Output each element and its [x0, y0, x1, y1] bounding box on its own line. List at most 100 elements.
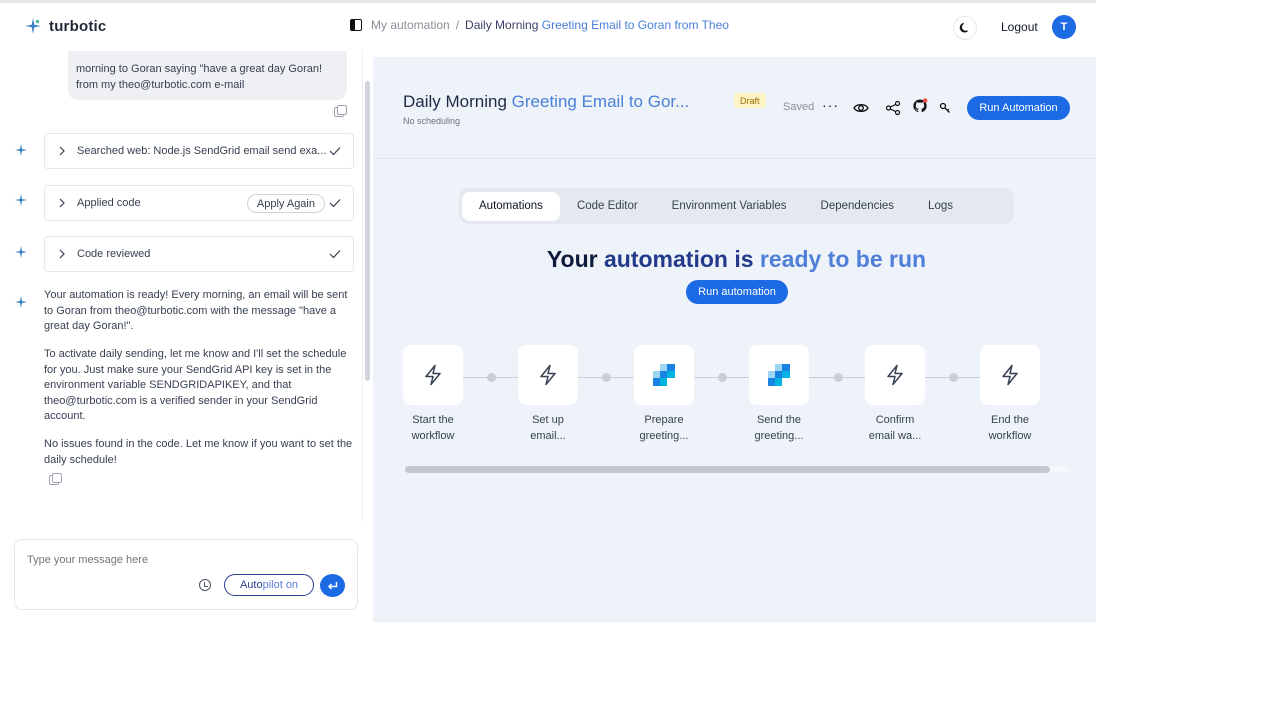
message-composer: Autopilot on	[14, 539, 358, 610]
automation-title-part2: Greeting Email to Gor...	[511, 92, 690, 111]
check-icon	[329, 147, 341, 156]
autopilot-label-b: pilot on	[262, 579, 299, 591]
apply-again-button[interactable]: Apply Again	[246, 194, 325, 213]
flow-node-box[interactable]	[518, 345, 578, 405]
top-header: turbotic My automation / Daily Morning G…	[0, 3, 1096, 51]
flow-node-label: Prepare greeting...	[634, 412, 694, 444]
sparkle-icon	[15, 144, 27, 156]
scrollbar-thumb[interactable]	[405, 466, 1050, 473]
brand-name: turbotic	[49, 17, 107, 35]
github-icon[interactable]	[912, 98, 928, 114]
flow-node-label-line: End the	[991, 414, 1029, 426]
step-card-code-reviewed[interactable]: Code reviewed	[44, 236, 354, 272]
flow-node[interactable]: Set up email...	[518, 345, 578, 444]
automation-panel: Daily Morning Greeting Email to Gor... N…	[373, 57, 1096, 622]
share-icon[interactable]	[885, 100, 901, 116]
workflow-diagram: Start the workflow Set up email... Prepa…	[403, 345, 1073, 445]
flow-node-label-line: workflow	[411, 430, 455, 442]
breadcrumb-root[interactable]: My automation	[371, 18, 450, 32]
ai-message-paragraph: To activate daily sending, let me know a…	[44, 348, 347, 422]
user-message: morning to Goran saying "have a great da…	[68, 51, 347, 100]
logout-link[interactable]: Logout	[1001, 20, 1038, 34]
step-card-search[interactable]: Searched web: Node.js SendGrid email sen…	[44, 133, 354, 169]
flow-node-label-line: greeting...	[754, 430, 804, 442]
step-card-applied-code[interactable]: Applied code Apply Again	[44, 185, 354, 221]
flow-node[interactable]: Start the workflow	[403, 345, 463, 444]
tab-dependencies[interactable]: Dependencies	[804, 192, 912, 221]
flow-connector-dot	[718, 373, 727, 382]
theme-toggle-button[interactable]	[953, 16, 977, 40]
flow-node-label-line: greeting...	[639, 430, 689, 442]
sparkle-icon	[15, 194, 27, 206]
save-status: Saved	[783, 101, 815, 113]
automation-tabs: Automations Code Editor Environment Vari…	[459, 188, 1014, 224]
copy-icon[interactable]	[334, 105, 347, 117]
automation-title[interactable]: Daily Morning Greeting Email to Gor...	[403, 92, 689, 112]
ready-heading-part4: ready to be run	[759, 246, 927, 272]
sendgrid-icon	[653, 364, 675, 386]
flow-node-label-line: Set up	[532, 414, 564, 426]
step-label: Searched web: Node.js SendGrid email sen…	[77, 145, 327, 157]
sidebar-toggle-icon[interactable]	[350, 19, 362, 31]
flow-node-label: Send the greeting...	[749, 412, 809, 444]
breadcrumb-current-part1: Daily Morning	[465, 18, 542, 32]
flow-node-label: Start the workflow	[403, 412, 463, 444]
breadcrumb-current-part2: Greeting Email to Goran from Theo	[541, 18, 729, 32]
flow-node-label: Confirm email wa...	[865, 412, 925, 444]
flow-node-label-line: Start the	[412, 414, 454, 426]
lightning-icon	[887, 364, 903, 386]
schedule-status: No scheduling	[403, 116, 461, 126]
user-avatar[interactable]: T	[1052, 15, 1076, 39]
check-icon	[329, 199, 341, 208]
send-button[interactable]	[320, 574, 345, 597]
flow-connector-dot	[487, 373, 496, 382]
flow-node-box[interactable]	[980, 345, 1040, 405]
tab-environment-variables[interactable]: Environment Variables	[655, 192, 804, 221]
sparkle-icon	[15, 296, 27, 308]
message-input[interactable]	[27, 554, 327, 566]
chat-panel: morning to Goran saying "have a great da…	[0, 51, 372, 622]
flow-node-label-line: email wa...	[868, 430, 922, 442]
flow-node-label-line: Send the	[756, 414, 802, 426]
history-icon[interactable]	[199, 579, 211, 591]
flow-node-box[interactable]	[403, 345, 463, 405]
run-automation-button[interactable]: Run Automation	[967, 96, 1070, 120]
user-message-line1: morning to Goran saying "have a great da…	[76, 63, 323, 75]
flow-node-box[interactable]	[865, 345, 925, 405]
flow-node-label-line: workflow	[988, 430, 1032, 442]
more-options-button[interactable]: ···	[822, 97, 839, 113]
flow-node-box[interactable]	[634, 345, 694, 405]
key-icon[interactable]	[939, 102, 951, 114]
lightning-icon	[540, 364, 556, 386]
flow-node[interactable]: End the workflow	[980, 345, 1040, 444]
moon-icon	[959, 22, 968, 33]
tab-automations[interactable]: Automations	[462, 191, 560, 221]
app-window: turbotic My automation / Daily Morning G…	[0, 0, 1096, 622]
flow-connector-dot	[834, 373, 843, 382]
flow-node[interactable]: Send the greeting...	[749, 345, 809, 444]
sparkle-icon	[15, 246, 27, 258]
flow-node[interactable]: Prepare greeting...	[634, 345, 694, 444]
flow-node-box[interactable]	[749, 345, 809, 405]
eye-icon[interactable]	[853, 100, 869, 116]
sendgrid-icon	[768, 364, 790, 386]
ready-heading-part1: Your	[546, 246, 604, 272]
chat-scrollbar[interactable]	[365, 81, 370, 381]
run-automation-cta[interactable]: Run automation	[686, 280, 788, 304]
flow-node-label: End the workflow	[980, 412, 1040, 444]
chevron-right-icon	[59, 198, 65, 208]
flow-connector-dot	[602, 373, 611, 382]
workflow-horizontal-scrollbar[interactable]	[405, 466, 1070, 473]
step-label: Applied code	[77, 197, 141, 209]
autopilot-toggle[interactable]: Auto pilot on	[224, 574, 314, 596]
tab-code-editor[interactable]: Code Editor	[560, 192, 655, 221]
flow-node-label-line: Confirm	[875, 414, 915, 426]
ready-heading-part3: is	[727, 246, 760, 272]
copy-icon[interactable]	[49, 473, 62, 485]
status-badge: Draft	[734, 93, 766, 108]
tab-logs[interactable]: Logs	[911, 192, 970, 221]
flow-node-label-line: Prepare	[644, 414, 684, 426]
flow-node[interactable]: Confirm email wa...	[865, 345, 925, 444]
brand-logo[interactable]: turbotic	[24, 17, 106, 35]
automation-header: Daily Morning Greeting Email to Gor... N…	[373, 57, 1096, 159]
